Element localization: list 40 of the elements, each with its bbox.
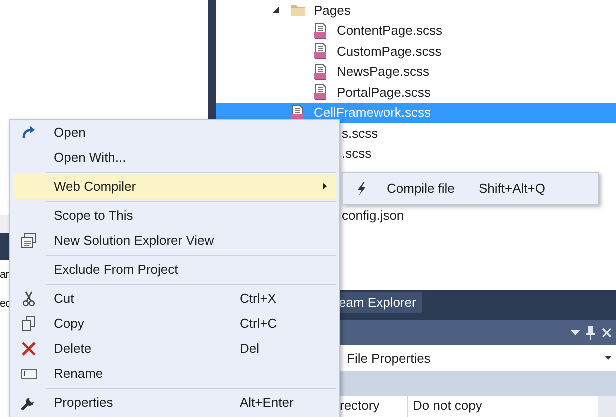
shortcut-label: Shift+Alt+Q xyxy=(479,181,546,196)
copy-icon xyxy=(21,316,37,332)
menu-item[interactable]: Scope to This xyxy=(13,203,336,228)
menu-item[interactable]: Exclude From Project xyxy=(13,257,336,282)
tree-item-label[interactable]: PortalPage.scss xyxy=(337,84,431,100)
shortcut-label: Ctrl+X xyxy=(240,291,276,306)
redo-arrow-icon xyxy=(21,124,37,140)
dropdown-arrow-icon[interactable] xyxy=(571,330,580,336)
sass-file-icon xyxy=(313,84,329,100)
cut-off-text: ar xyxy=(0,269,9,281)
tree-item-label[interactable]: s.scss xyxy=(342,126,378,141)
close-icon[interactable] xyxy=(602,328,612,338)
sass-file-icon xyxy=(313,22,329,39)
menu-item[interactable]: Open xyxy=(13,120,336,145)
shortcut-label: Alt+Enter xyxy=(240,395,294,410)
property-value[interactable]: Do not copy xyxy=(408,396,598,417)
delete-icon xyxy=(21,340,37,356)
sass-file-icon xyxy=(313,64,329,80)
folder-icon xyxy=(290,2,306,18)
windows-icon xyxy=(21,232,37,248)
sass-file-icon xyxy=(290,104,306,121)
menu-item[interactable]: Copy Ctrl+C xyxy=(13,311,336,336)
caret-icon xyxy=(605,356,612,360)
expanded-arrow-icon[interactable] xyxy=(272,6,280,14)
tree-item-label[interactable]: .scss xyxy=(342,146,372,162)
shortcut-label: Ctrl+C xyxy=(240,316,278,331)
menu-item[interactable]: Compile file Shift+Alt+Q xyxy=(346,176,595,201)
sass-file-icon xyxy=(313,43,329,60)
tree-item-label[interactable]: NewsPage.scss xyxy=(337,64,430,80)
tree-item-label[interactable]: Pages xyxy=(314,2,351,18)
grid-margin xyxy=(598,396,616,417)
tree-item-label[interactable]: CustomPage.scss xyxy=(337,44,442,59)
menu-item[interactable]: Web Compiler xyxy=(13,174,336,199)
pin-icon[interactable] xyxy=(586,326,596,340)
menu-item[interactable]: Cut Ctrl+X xyxy=(13,286,336,311)
tree-item-label[interactable]: ContentPage.scss xyxy=(337,23,443,38)
menu-item[interactable]: New Solution Explorer View xyxy=(13,228,336,253)
menu-item[interactable]: Open With... xyxy=(13,145,336,170)
scissors-icon xyxy=(21,290,37,306)
tree-item-label[interactable]: config.json xyxy=(342,208,404,223)
